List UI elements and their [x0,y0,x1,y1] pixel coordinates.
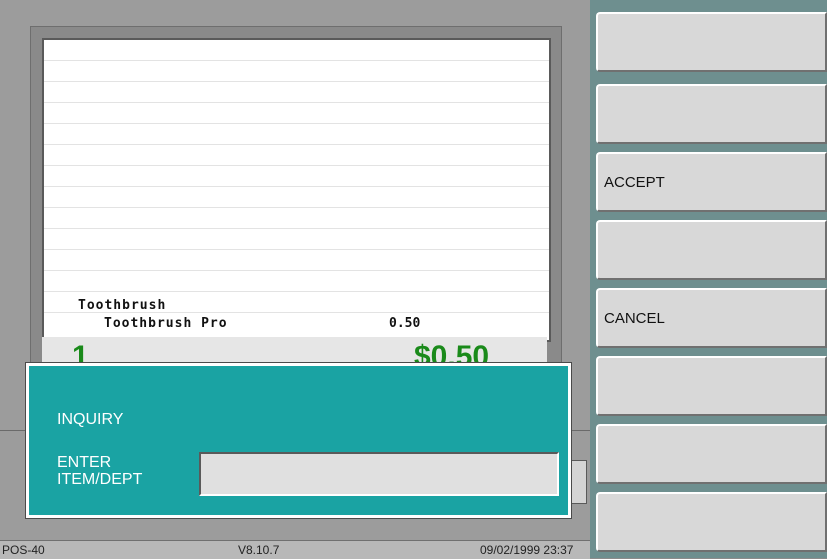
dialog-label: ENTER ITEM/DEPT [57,454,142,488]
function-key-panel: ACCEPT CANCEL [590,0,827,558]
department-label: Toothbrush [78,298,167,313]
function-key-6[interactable] [596,356,827,416]
item-price: 0.50 [389,316,421,331]
version: V8.10.7 [238,543,280,557]
accept-button[interactable]: ACCEPT [596,152,827,212]
function-key-4[interactable] [596,220,827,280]
cancel-button[interactable]: CANCEL [596,288,827,348]
terminal-id: POS-40 [2,543,45,557]
datetime: 09/02/1999 23:37 [480,543,574,557]
item-name: Toothbrush Pro [104,316,228,331]
function-key-8[interactable] [596,492,827,552]
function-key-1[interactable] [596,12,827,72]
inquiry-dialog: INQUIRY ENTER ITEM/DEPT [25,362,572,519]
function-key-2[interactable] [596,84,827,144]
dialog-label-line2: ITEM/DEPT [57,471,143,488]
receipt-display: Toothbrush Toothbrush Pro 0.50 [42,38,551,342]
dialog-label-line1: ENTER [57,454,112,471]
function-key-7[interactable] [596,424,827,484]
item-dept-input[interactable] [199,452,559,496]
status-bar: POS-40 V8.10.7 09/02/1999 23:37 [0,540,590,559]
dialog-title: INQUIRY [57,411,124,428]
